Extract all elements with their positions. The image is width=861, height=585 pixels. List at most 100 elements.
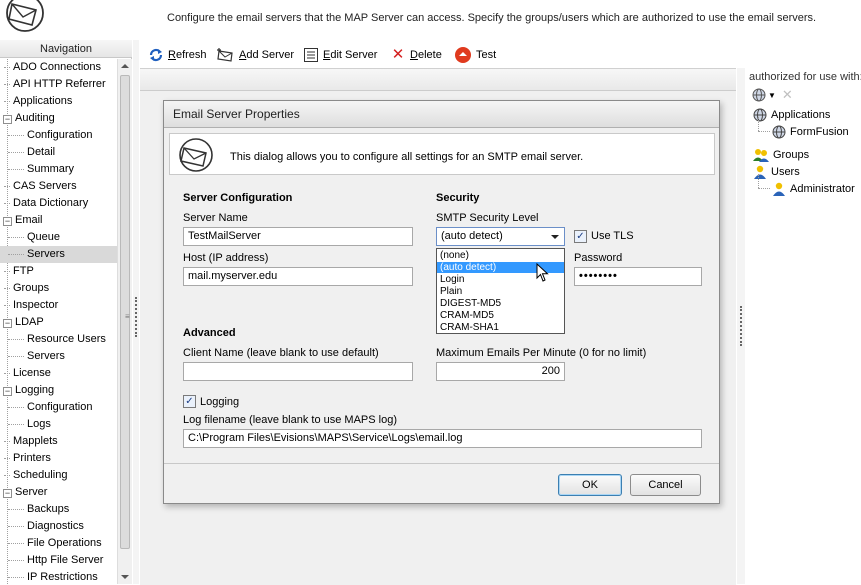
security-option[interactable]: DIGEST-MD5 [437, 298, 564, 309]
host-input[interactable]: mail.myserver.edu [183, 267, 413, 286]
refresh-button[interactable]: Refresh [148, 45, 207, 65]
authorization-item-label: Users [771, 165, 800, 178]
add-server-label: Add Server [239, 49, 295, 61]
scroll-up-arrow-icon[interactable] [121, 64, 129, 68]
dialog-banner-text: This dialog allows you to configure all … [230, 151, 584, 163]
nav-item-label: Email [15, 214, 43, 226]
nav-item[interactable]: Groups [0, 280, 117, 297]
nav-item[interactable]: − Email [0, 212, 117, 229]
ok-button[interactable]: OK [558, 474, 622, 496]
nav-item[interactable]: Mapplets [0, 433, 117, 450]
nav-item[interactable]: − LDAP [0, 314, 117, 331]
nav-item[interactable]: Backups [0, 501, 117, 518]
advanced-heading: Advanced [183, 327, 236, 339]
authorization-tree-item[interactable]: Users [753, 163, 800, 180]
nav-item-label: Server [15, 486, 48, 498]
nav-item-label: Configuration [27, 129, 93, 141]
right-splitter[interactable] [737, 68, 745, 584]
nav-item-label: LDAP [15, 316, 44, 328]
add-server-button[interactable]: Add Server [215, 45, 294, 65]
nav-item[interactable]: API HTTP Referrer [0, 76, 117, 93]
nav-item-label: CAS Servers [13, 180, 77, 192]
logging-label: Logging [200, 396, 240, 408]
collapse-toggle-icon[interactable]: − [3, 489, 12, 498]
server-list-header [140, 69, 736, 91]
email-envelope-icon [179, 138, 213, 172]
nav-item-label: Http File Server [27, 554, 104, 566]
log-filename-input[interactable]: C:\Program Files\Evisions\MAPS\Service\L… [183, 429, 702, 448]
authorization-tree-item[interactable]: Groups [753, 146, 809, 163]
server-configuration-heading: Server Configuration [183, 192, 293, 204]
nav-item[interactable]: License [0, 365, 117, 382]
authorization-tree-item[interactable]: Applications [753, 106, 830, 123]
collapse-toggle-icon[interactable]: − [3, 387, 12, 396]
nav-item[interactable]: IP Restrictions [0, 569, 117, 584]
max-emails-input[interactable]: 200 [436, 362, 565, 381]
nav-item[interactable]: Scheduling [0, 467, 117, 484]
nav-item[interactable]: Configuration [0, 399, 117, 416]
nav-item[interactable]: Servers [0, 246, 117, 263]
nav-item[interactable]: Summary [0, 161, 117, 178]
authorization-tree-item[interactable]: FormFusion [772, 123, 849, 140]
security-option[interactable]: CRAM-SHA1 [437, 322, 564, 333]
cancel-button[interactable]: Cancel [630, 474, 701, 496]
security-level-label: SMTP Security Level [436, 212, 539, 224]
nav-item-label: Logging [15, 384, 55, 396]
security-option[interactable]: Plain [437, 286, 564, 297]
client-name-input[interactable] [183, 362, 413, 381]
nav-item[interactable]: Servers [0, 348, 117, 365]
security-level-select[interactable]: (auto detect) [436, 227, 565, 246]
nav-item[interactable]: CAS Servers [0, 178, 117, 195]
server-name-input[interactable]: TestMailServer [183, 227, 413, 246]
password-label: Password [574, 252, 623, 264]
collapse-toggle-icon[interactable]: − [3, 217, 12, 226]
nav-item[interactable]: − Auditing [0, 110, 117, 127]
nav-item[interactable]: − Logging [0, 382, 117, 399]
nav-item-label: Queue [27, 231, 61, 243]
nav-item-label: Logs [27, 418, 51, 430]
delete-label: Delete [410, 49, 442, 61]
nav-item[interactable]: Logs [0, 416, 117, 433]
nav-item[interactable]: Http File Server [0, 552, 117, 569]
add-authorization-button[interactable]: ▼ [752, 88, 776, 102]
nav-item[interactable]: Resource Users [0, 331, 117, 348]
logging-checkbox[interactable]: ✓ [183, 395, 196, 408]
nav-item[interactable]: Diagnostics [0, 518, 117, 535]
nav-item[interactable]: Configuration [0, 127, 117, 144]
security-option[interactable]: CRAM-MD5 [437, 310, 564, 321]
navigation-scrollbar[interactable]: ≡ [117, 59, 132, 584]
scrollbar-thumb[interactable]: ≡ [120, 75, 130, 549]
nav-item[interactable]: Queue [0, 229, 117, 246]
collapse-toggle-icon[interactable]: − [3, 319, 12, 328]
max-emails-label: Maximum Emails Per Minute (0 for no limi… [436, 347, 647, 359]
nav-item-label: Inspector [13, 299, 59, 311]
nav-item[interactable]: FTP [0, 263, 117, 280]
authorization-tree-item[interactable]: Administrator [772, 180, 855, 197]
dialog-banner: This dialog allows you to configure all … [169, 133, 715, 175]
delete-x-icon: ✕ [391, 46, 405, 63]
authorization-item-label: Groups [773, 148, 810, 161]
navigation-title: Navigation [0, 40, 132, 58]
delete-button[interactable]: ✕ Delete [390, 45, 442, 65]
test-button[interactable]: Test [454, 45, 496, 65]
security-option[interactable]: (none) [437, 250, 564, 261]
nav-item[interactable]: Printers [0, 450, 117, 467]
password-input[interactable]: •••••••• [574, 267, 702, 286]
globe-icon [752, 88, 766, 102]
nav-item-label: FTP [13, 265, 34, 277]
collapse-toggle-icon[interactable]: − [3, 115, 12, 124]
scroll-down-arrow-icon[interactable] [121, 575, 129, 579]
nav-item[interactable]: Data Dictionary [0, 195, 117, 212]
edit-server-label: Edit Server [323, 49, 378, 61]
nav-item[interactable]: − Server [0, 484, 117, 501]
nav-item[interactable]: Detail [0, 144, 117, 161]
user-icon [754, 165, 766, 179]
nav-item[interactable]: Applications [0, 93, 117, 110]
nav-item[interactable]: File Operations [0, 535, 117, 552]
use-tls-checkbox[interactable]: ✓ [574, 230, 587, 243]
edit-server-button[interactable]: Edit Server [303, 45, 377, 65]
left-splitter[interactable] [133, 40, 139, 584]
nav-item[interactable]: Inspector [0, 297, 117, 314]
remove-authorization-icon[interactable]: ✕ [782, 87, 793, 103]
nav-item[interactable]: ADO Connections [0, 59, 117, 76]
